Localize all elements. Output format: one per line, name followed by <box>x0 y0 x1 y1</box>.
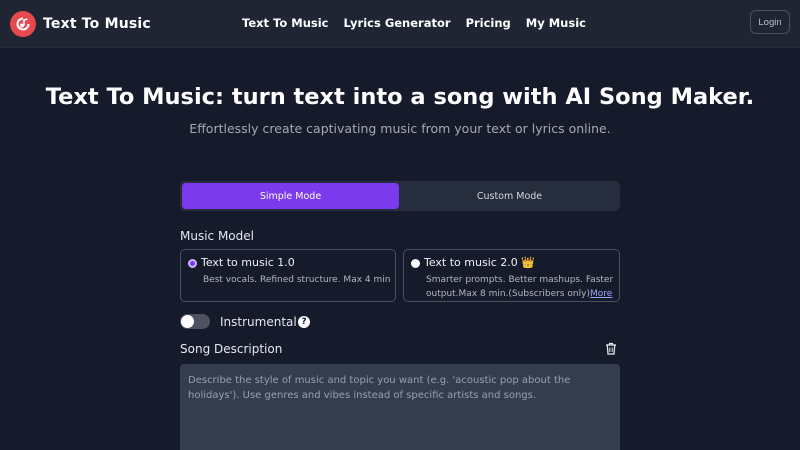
page-title: Text To Music: turn text into a song wit… <box>45 84 755 110</box>
song-description-label: Song Description <box>180 342 283 356</box>
nav-lyrics-generator[interactable]: Lyrics Generator <box>344 16 451 30</box>
model-option-1[interactable]: Text to music 1.0 Best vocals. Refined s… <box>180 249 396 302</box>
question-circle-icon[interactable]: ? <box>298 316 310 328</box>
page-subtitle: Effortlessly create captivating music fr… <box>189 121 611 136</box>
login-button[interactable]: Login <box>750 10 790 34</box>
tab-custom-mode[interactable]: Custom Mode <box>401 183 618 209</box>
song-description-input[interactable] <box>180 364 620 450</box>
model-1-radio[interactable] <box>188 259 197 268</box>
music-note-icon <box>10 11 36 37</box>
toggle-knob <box>181 315 194 328</box>
model-option-2[interactable]: Text to music 2.0 👑 Smarter prompts. Bet… <box>403 249 620 302</box>
nav-pricing[interactable]: Pricing <box>466 16 511 30</box>
top-navigation-bar: Text To Music Text To Music Lyrics Gener… <box>0 0 800 48</box>
model-1-description: Best vocals. Refined structure. Max 4 mi… <box>203 273 390 287</box>
music-model-label: Music Model <box>180 229 254 243</box>
main-nav: Text To Music Lyrics Generator Pricing M… <box>242 16 601 30</box>
brand-logo[interactable]: Text To Music <box>10 11 151 37</box>
mode-switch: Simple Mode Custom Mode <box>180 181 620 211</box>
brand-name: Text To Music <box>43 16 151 32</box>
model-2-desc-line2: output.Max 8 min.(Subscribers only) <box>426 289 590 299</box>
model-2-radio[interactable] <box>411 259 420 268</box>
instrumental-toggle[interactable] <box>180 314 210 329</box>
model-2-more-link[interactable]: More <box>590 289 612 299</box>
tab-simple-mode[interactable]: Simple Mode <box>182 183 399 209</box>
nav-text-to-music[interactable]: Text To Music <box>242 16 329 30</box>
model-1-title: Text to music 1.0 <box>201 256 295 269</box>
model-2-desc-line1: Smarter prompts. Better mashups. Faster <box>426 275 614 285</box>
model-2-description: Smarter prompts. Better mashups. Faster … <box>426 273 613 301</box>
instrumental-label: Instrumental <box>220 315 297 329</box>
nav-my-music[interactable]: My Music <box>526 16 586 30</box>
trash-icon[interactable] <box>605 342 617 355</box>
model-1-desc-text: Best vocals. Refined structure. Max 4 mi… <box>203 275 391 285</box>
model-2-title: Text to music 2.0 👑 <box>424 256 535 269</box>
